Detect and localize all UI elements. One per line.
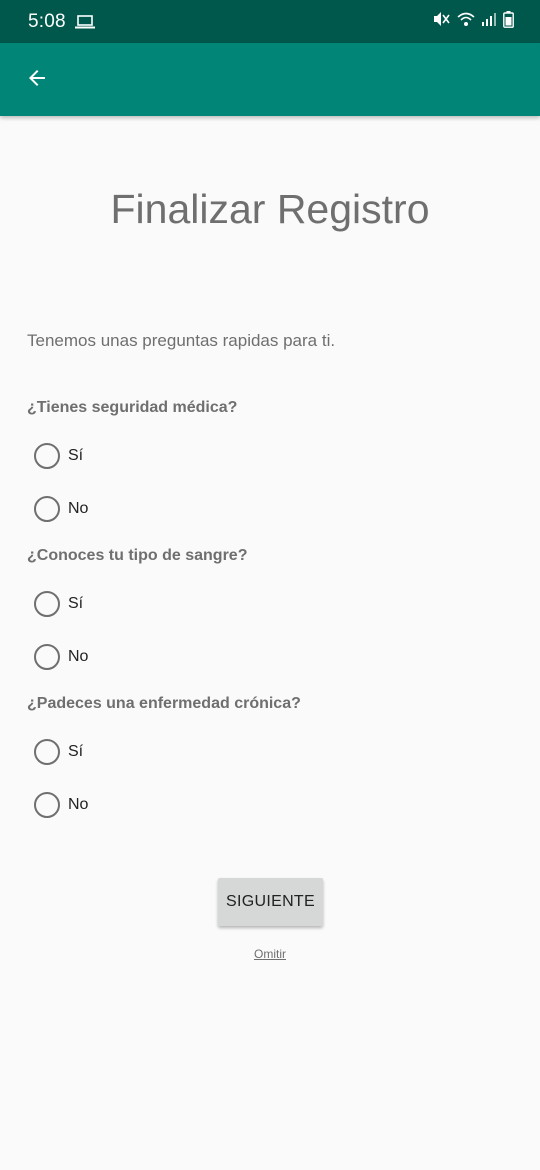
radio-unchecked-icon bbox=[34, 739, 60, 765]
radio-label: No bbox=[68, 796, 89, 813]
signal-icon bbox=[481, 11, 497, 32]
radio-blood-type-yes[interactable]: Sí bbox=[34, 589, 83, 619]
radio-health-insurance-yes[interactable]: Sí bbox=[34, 441, 83, 471]
radio-unchecked-icon bbox=[34, 591, 60, 617]
radio-health-insurance-no[interactable]: No bbox=[34, 494, 88, 524]
back-button[interactable] bbox=[17, 60, 57, 100]
radio-label: Sí bbox=[68, 595, 84, 612]
next-button[interactable]: SIGUIENTE bbox=[218, 878, 323, 926]
battery-icon bbox=[503, 10, 514, 33]
mute-icon bbox=[433, 11, 451, 32]
radio-unchecked-icon bbox=[34, 443, 60, 469]
radio-chronic-disease-no[interactable]: No bbox=[34, 790, 88, 820]
question-health-insurance: ¿Tienes seguridad médica? bbox=[27, 399, 238, 416]
radio-label: No bbox=[68, 500, 89, 517]
laptop-icon bbox=[74, 14, 95, 29]
status-bar: 5:08 bbox=[0, 0, 540, 43]
skip-link[interactable]: Omitir bbox=[0, 947, 540, 961]
radio-label: Sí bbox=[68, 743, 84, 760]
arrow-back-icon bbox=[25, 66, 49, 95]
status-time: 5:08 bbox=[28, 10, 66, 32]
radio-label: No bbox=[68, 648, 89, 665]
status-icons bbox=[433, 10, 514, 33]
radio-label: Sí bbox=[68, 447, 84, 464]
radio-unchecked-icon bbox=[34, 644, 60, 670]
question-blood-type: ¿Conoces tu tipo de sangre? bbox=[27, 547, 248, 564]
radio-unchecked-icon bbox=[34, 792, 60, 818]
radio-blood-type-no[interactable]: No bbox=[34, 642, 88, 672]
question-chronic-disease: ¿Padeces una enfermedad crónica? bbox=[27, 695, 301, 712]
intro-text: Tenemos unas preguntas rapidas para ti. bbox=[27, 331, 336, 350]
wifi-icon bbox=[457, 11, 475, 32]
radio-unchecked-icon bbox=[34, 496, 60, 522]
radio-chronic-disease-yes[interactable]: Sí bbox=[34, 737, 83, 767]
app-bar bbox=[0, 43, 540, 116]
page-title: Finalizar Registro bbox=[110, 186, 430, 232]
